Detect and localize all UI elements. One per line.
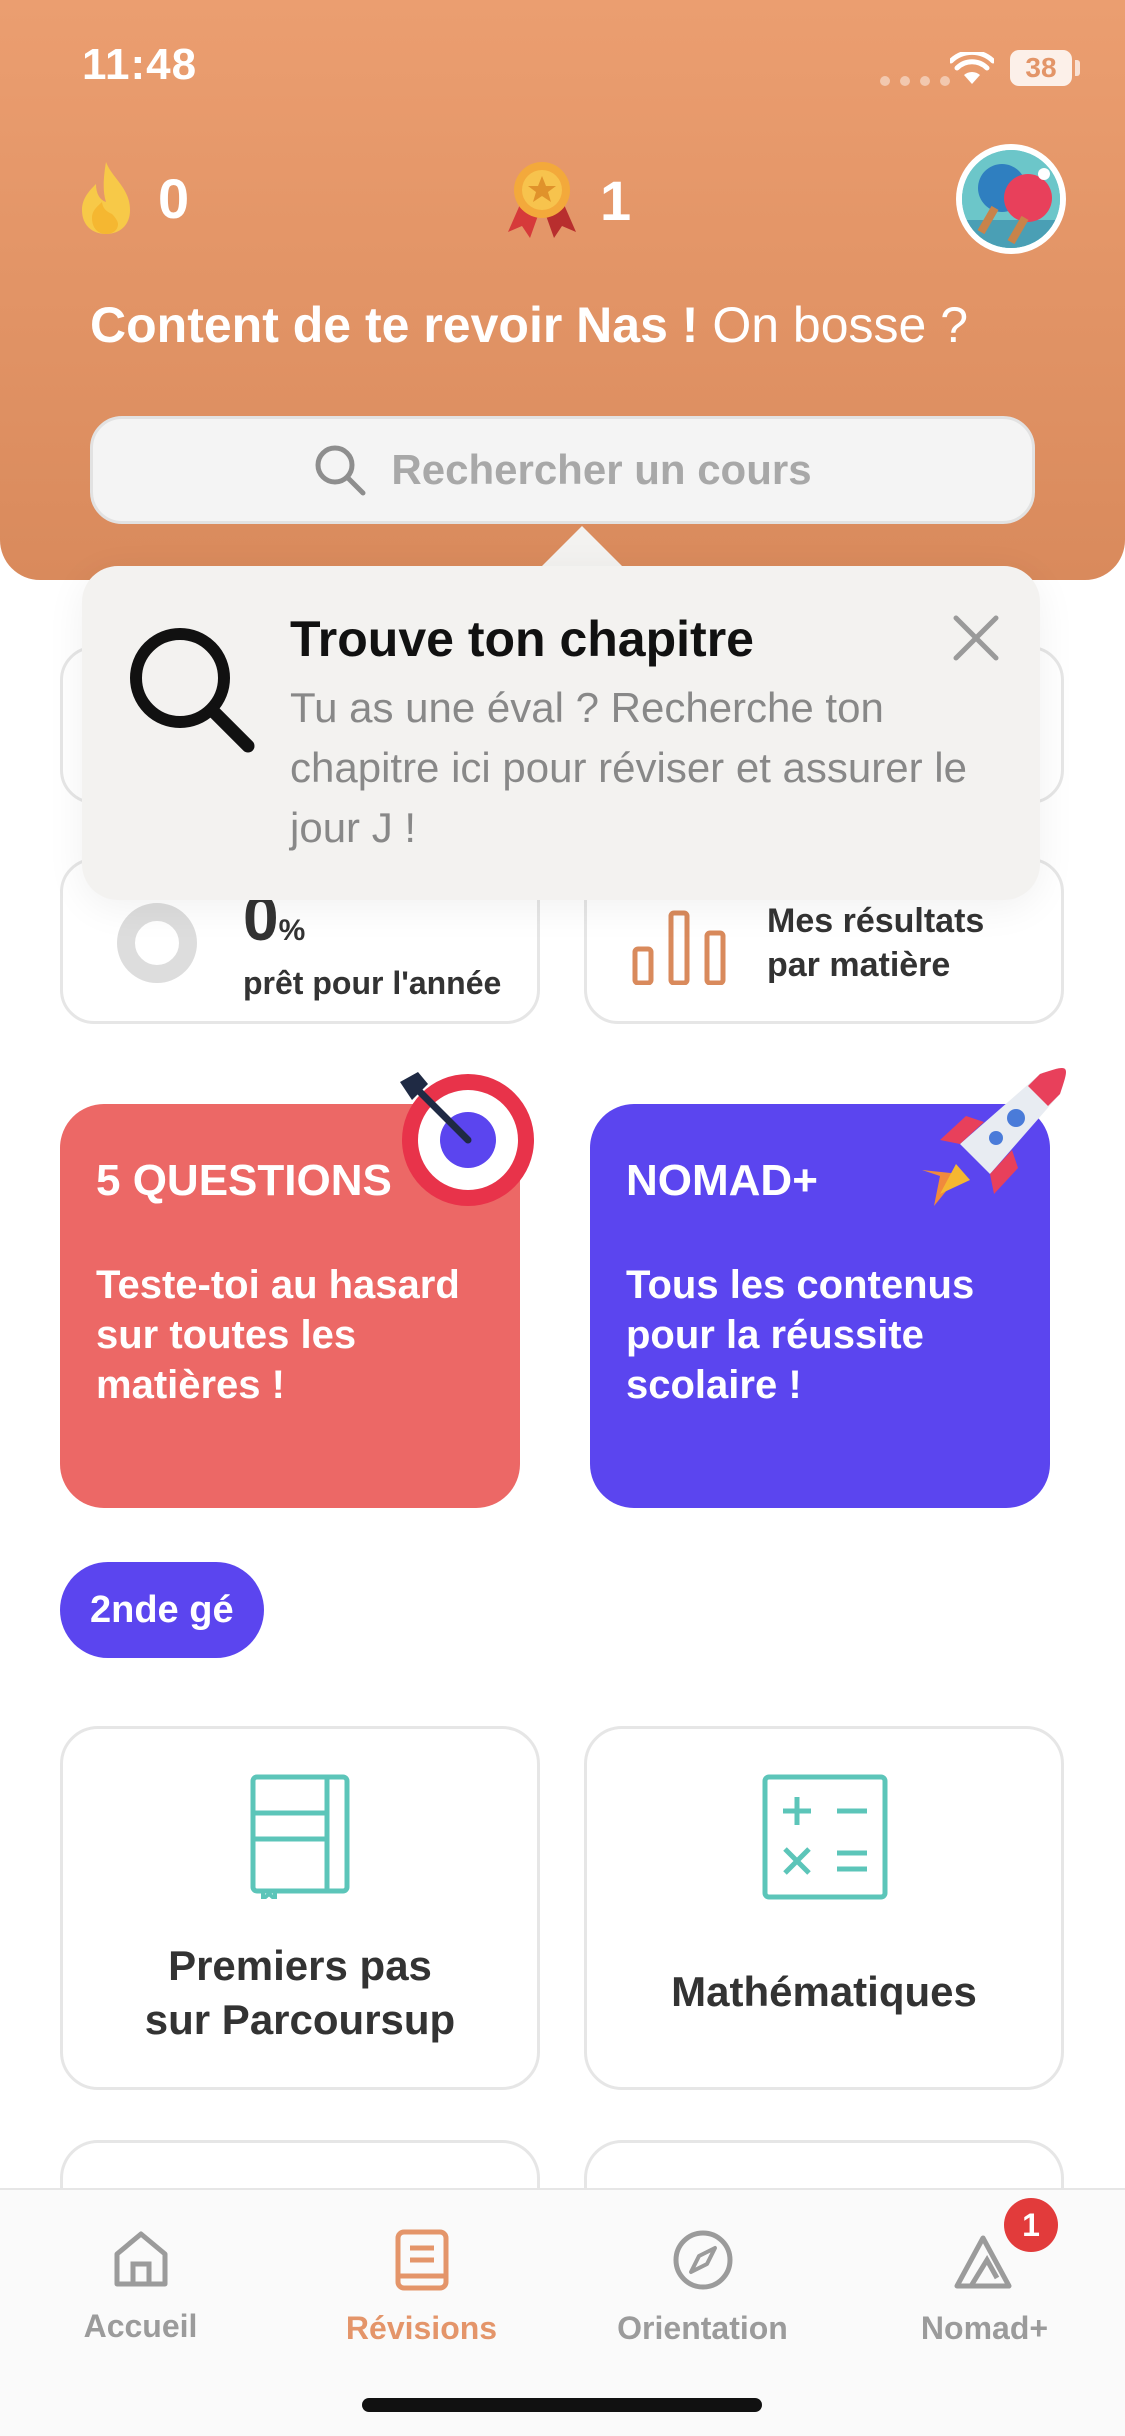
results-label-line2: par matière: [767, 946, 951, 984]
wifi-icon: [950, 52, 994, 84]
home-indicator[interactable]: [362, 2398, 762, 2412]
level-pill[interactable]: 2nde gé: [60, 1562, 264, 1658]
ping-pong-avatar-icon: [962, 150, 1060, 248]
search-icon: [130, 628, 255, 753]
nomad-plus-text: Tous les contenus pour la réussite scola…: [626, 1263, 975, 1407]
flame-icon: [82, 162, 130, 234]
medal-stat[interactable]: 1: [500, 160, 631, 240]
rocket-icon: [922, 1068, 1066, 1206]
compass-icon: [673, 2230, 732, 2290]
greeting-bold: Content de te revoir Nas !: [90, 297, 699, 353]
header: 11:48 38 0 1 Content de te revoir Nas ! …: [0, 0, 1125, 580]
notification-badge: 1: [1004, 2198, 1058, 2252]
target-icon: [400, 1072, 534, 1206]
tab-label-nomad-plus: Nomad+: [920, 2310, 1049, 2346]
search-icon: [315, 445, 366, 496]
subject-label-maths: Mathématiques: [671, 1968, 977, 2015]
notebook-icon: [250, 1774, 350, 1899]
tooltip-title: Trouve ton chapitre: [290, 611, 754, 667]
tab-nomad-plus[interactable]: Nomad+: [844, 2210, 1125, 2347]
calculator-icon: [762, 1774, 888, 1900]
medal-count: 1: [600, 168, 632, 232]
search-tooltip: Trouve ton chapitre Tu as une éval ? Rec…: [82, 566, 1040, 900]
status-time: 11:48: [82, 40, 198, 89]
tooltip-text: Tu as une éval ? Recherche ton chapitre …: [290, 684, 967, 851]
avatar[interactable]: [956, 144, 1066, 254]
battery-tip: [1075, 60, 1080, 76]
progress-label: prêt pour l'année: [243, 965, 502, 1001]
results-label-line1: Mes résultats: [767, 902, 985, 940]
signal-dots-icon: [880, 76, 950, 86]
tooltip-arrow: [540, 526, 624, 568]
bar-chart-icon: [632, 910, 726, 985]
tab-label-orientation: Orientation: [617, 2310, 788, 2346]
subject-label-parcoursup: Premiers pas sur Parcoursup: [63, 1939, 537, 2047]
nomad-plus-title: NOMAD+: [626, 1156, 818, 1205]
subject-label-parcoursup-line2: sur Parcoursup: [144, 1996, 456, 2043]
streak-stat[interactable]: 0: [78, 160, 189, 236]
tab-label-revisions: Révisions: [345, 2310, 498, 2346]
search-placeholder: Rechercher un cours: [391, 446, 812, 493]
tab-label-accueil: Accueil: [83, 2308, 198, 2344]
subject-card-parcoursup[interactable]: Premiers pas sur Parcoursup: [60, 1726, 540, 2090]
five-questions-text: Teste-toi au hasard sur toutes les matiè…: [96, 1263, 460, 1407]
close-icon[interactable]: [948, 610, 1004, 666]
tab-revisions[interactable]: Révisions: [281, 2210, 562, 2347]
status-bar: 11:48 38: [0, 0, 1125, 140]
book-icon: [395, 2229, 448, 2291]
subject-card-maths[interactable]: Mathématiques: [584, 1726, 1064, 2090]
progress-ring-icon: [117, 903, 197, 983]
greeting: Content de te revoir Nas ! On bosse ?: [90, 296, 968, 354]
home-icon: [114, 2231, 167, 2287]
progress-unit: %: [278, 914, 306, 947]
five-questions-title: 5 QUESTIONS: [96, 1156, 392, 1205]
greeting-rest: On bosse ?: [698, 297, 969, 353]
search-input[interactable]: Rechercher un cours: [90, 416, 1035, 524]
battery-icon: 38: [1010, 50, 1072, 86]
results-label: Mes résultats par matière: [767, 899, 984, 987]
tab-orientation[interactable]: Orientation: [562, 2210, 843, 2347]
tab-accueil[interactable]: Accueil: [0, 2210, 281, 2345]
medal-icon: [508, 162, 576, 238]
subject-label-parcoursup-line1: Premiers pas: [168, 1942, 432, 1989]
streak-count: 0: [158, 166, 190, 230]
